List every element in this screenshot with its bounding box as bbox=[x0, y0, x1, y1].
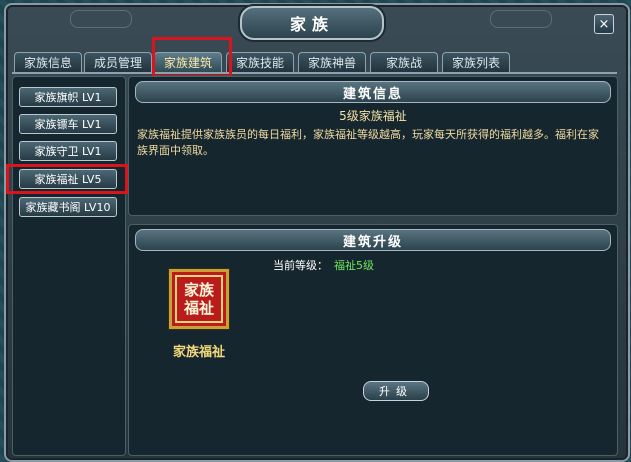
building-info-header: 建筑信息 bbox=[135, 81, 611, 103]
tab-family-info[interactable]: 家族信息 bbox=[14, 52, 82, 72]
cloud-ornament-left bbox=[70, 10, 132, 28]
cloud-ornament-right bbox=[490, 10, 552, 28]
building-name: 家族福祉 bbox=[172, 345, 225, 360]
family-welfare-icon: 家族福祉 bbox=[169, 269, 229, 329]
tab-divider bbox=[12, 72, 617, 74]
tab-family-beast[interactable]: 家族神兽 bbox=[298, 52, 366, 72]
building-info-subtitle: 5级家族福祉 bbox=[339, 109, 407, 123]
current-level-label: 当前等级： bbox=[273, 259, 328, 272]
highlight-box-tab bbox=[152, 37, 232, 78]
highlight-box-building bbox=[6, 164, 128, 194]
building-info-panel: 建筑信息 5级家族福祉 家族福祉提供家族族员的每日福利，家族福祉等级越高，玩家每… bbox=[128, 76, 618, 216]
current-level-value: 福祉5级 bbox=[334, 259, 374, 272]
upgrade-button[interactable]: 升级 bbox=[363, 381, 429, 401]
tab-family-list[interactable]: 家族列表 bbox=[442, 52, 510, 72]
building-item-escort-cart[interactable]: 家族镖车 LV1 bbox=[19, 114, 117, 134]
tab-family-skills[interactable]: 家族技能 bbox=[226, 52, 294, 72]
building-item-banner[interactable]: 家族旗帜 LV1 bbox=[19, 87, 117, 107]
building-upgrade-header: 建筑升级 bbox=[135, 229, 611, 251]
building-info-description: 家族福祉提供家族族员的每日福利，家族福祉等级越高，玩家每天所获得的福利越多。福利… bbox=[137, 128, 599, 157]
building-list: 家族旗帜 LV1 家族镖车 LV1 家族守卫 LV1 家族福祉 LV5 家族藏书… bbox=[12, 76, 126, 456]
building-item-library[interactable]: 家族藏书阁 LV10 bbox=[19, 197, 117, 217]
tab-member-management[interactable]: 成员管理 bbox=[84, 52, 152, 72]
building-upgrade-panel: 建筑升级 家族福祉 家族福祉 当前等级： 福祉5级 升级 bbox=[128, 224, 618, 456]
icon-text: 家族福祉 bbox=[175, 275, 223, 323]
window-title: 家族 bbox=[240, 6, 384, 40]
close-icon[interactable]: × bbox=[594, 14, 614, 34]
tab-family-war[interactable]: 家族战 bbox=[370, 52, 438, 72]
building-item-guard[interactable]: 家族守卫 LV1 bbox=[19, 141, 117, 161]
